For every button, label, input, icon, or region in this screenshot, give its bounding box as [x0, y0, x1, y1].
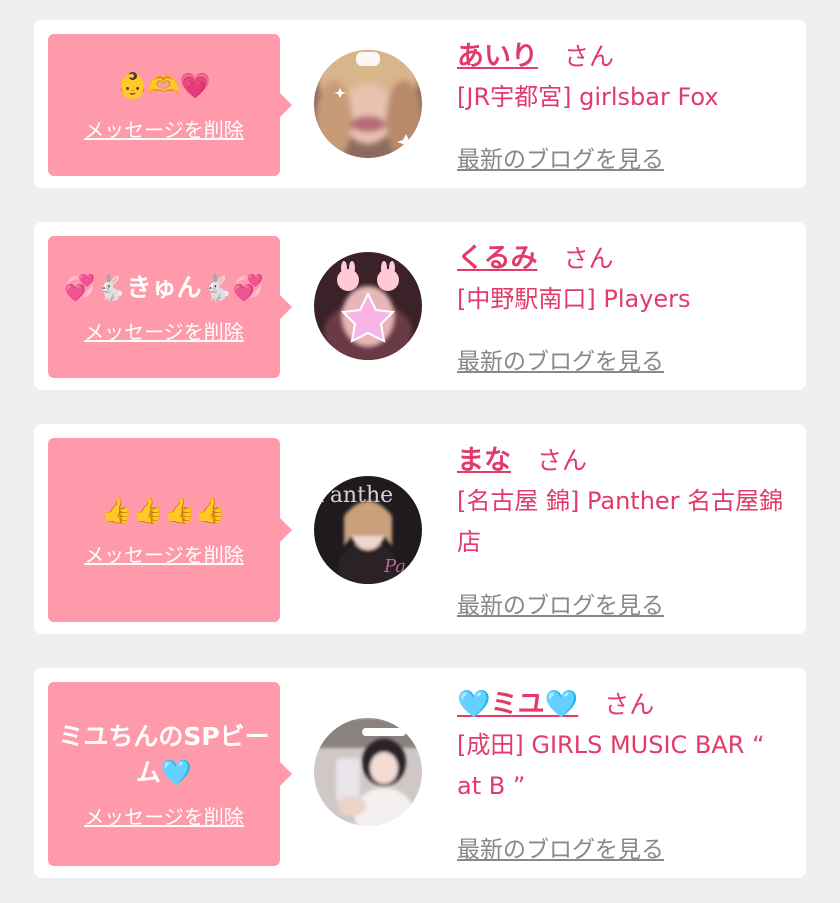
- delete-message-link[interactable]: メッセージを削除: [84, 114, 244, 143]
- message-card: ミユちんのSPビーム🩵 メッセージを削除 🩵ミユ🩵 さん [成田] GIRLS …: [34, 668, 806, 878]
- svg-text:Pa: Pa: [383, 556, 406, 577]
- cast-info: くるみ さん [中野駅南口] Players: [457, 236, 792, 320]
- honorific: さん: [564, 42, 615, 71]
- message-text: 💞🐇きゅん🐇💞: [64, 272, 264, 302]
- avatar[interactable]: [314, 718, 422, 826]
- message-text: 👍👍👍👍: [101, 495, 227, 525]
- latest-blog-link[interactable]: 最新のブログを見る: [457, 140, 664, 174]
- cast-info: まな さん [名古屋 錦] Panther 名古屋錦店: [457, 438, 792, 563]
- message-text: 👶🫶💗: [117, 70, 211, 100]
- shop-name: [JR宇都宮] girlsbar Fox: [457, 83, 719, 111]
- honorific: さん: [563, 244, 614, 273]
- message-card: 💞🐇きゅん🐇💞 メッセージを削除 くるみ さん [中野駅南口] Players …: [34, 222, 806, 390]
- shop-name: [名古屋 錦] Panther 名古屋錦店: [457, 487, 784, 556]
- cast-info: 🩵ミユ🩵 さん [成田] GIRLS MUSIC BAR “ at B ”: [457, 682, 792, 807]
- avatar[interactable]: [314, 50, 422, 158]
- honorific: さん: [604, 690, 655, 719]
- latest-blog-link[interactable]: 最新のブログを見る: [457, 342, 664, 376]
- cast-name-link[interactable]: まな: [457, 438, 511, 477]
- shop-name: [中野駅南口] Players: [457, 285, 691, 313]
- message-bubble: ミユちんのSPビーム🩵 メッセージを削除: [48, 682, 292, 866]
- honorific: さん: [537, 446, 588, 475]
- latest-blog-link[interactable]: 最新のブログを見る: [457, 830, 664, 864]
- message-bubble: 👶🫶💗 メッセージを削除: [48, 34, 292, 176]
- message-card: 👶🫶💗 メッセージを削除 あいり さん [JR宇都宮] girlsbar Fox…: [34, 20, 806, 188]
- message-text: ミユちんのSPビーム🩵: [58, 721, 270, 787]
- svg-text:Panthe: Panthe: [316, 483, 393, 508]
- delete-message-link[interactable]: メッセージを削除: [84, 539, 244, 568]
- shop-name: [成田] GIRLS MUSIC BAR “ at B ”: [457, 731, 765, 800]
- cast-name-link[interactable]: くるみ: [457, 236, 537, 275]
- cast-info: あいり さん [JR宇都宮] girlsbar Fox: [457, 34, 792, 118]
- avatar[interactable]: Panthe Pa: [314, 476, 422, 584]
- cast-name-link[interactable]: 🩵ミユ🩵: [457, 682, 578, 721]
- avatar[interactable]: [314, 252, 422, 360]
- message-bubble: 👍👍👍👍 メッセージを削除: [48, 438, 292, 622]
- message-card: 👍👍👍👍 メッセージを削除 Panthe Pa まな さん [名古屋 錦] Pa…: [34, 424, 806, 634]
- cast-name-link[interactable]: あいり: [457, 34, 538, 73]
- message-bubble: 💞🐇きゅん🐇💞 メッセージを削除: [48, 236, 292, 378]
- message-list: 👶🫶💗 メッセージを削除 あいり さん [JR宇都宮] girlsbar Fox…: [0, 0, 840, 903]
- latest-blog-link[interactable]: 最新のブログを見る: [457, 586, 664, 620]
- delete-message-link[interactable]: メッセージを削除: [84, 801, 244, 830]
- delete-message-link[interactable]: メッセージを削除: [84, 316, 244, 345]
